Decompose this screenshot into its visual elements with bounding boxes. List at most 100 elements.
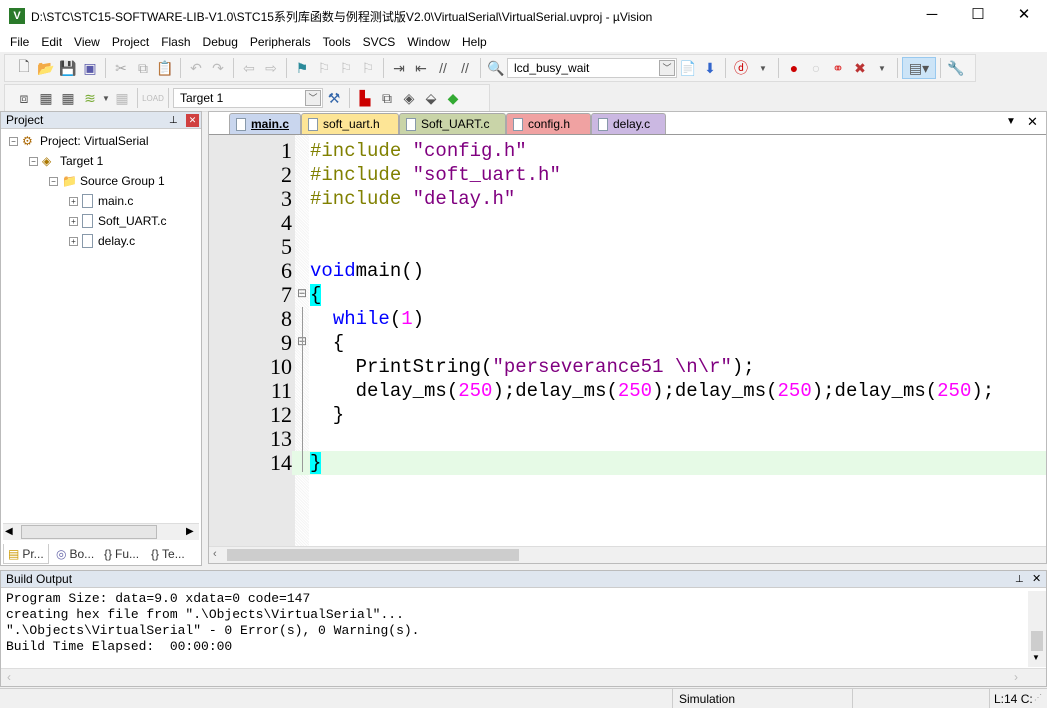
collapse-icon[interactable]: −: [49, 176, 58, 186]
build-output-text[interactable]: Program Size: data=9.0 xdata=0 code=147 c…: [1, 588, 1046, 655]
open-folder-icon[interactable]: 📂: [35, 57, 57, 79]
download-load-icon[interactable]: LOAD: [142, 87, 164, 109]
code-line[interactable]: 6 voidmain(): [209, 259, 1046, 283]
menu-help[interactable]: Help: [456, 35, 493, 49]
code-line[interactable]: 3 #include ″delay.h″: [209, 187, 1046, 211]
tab-books[interactable]: ◎ Bo...: [52, 544, 98, 564]
tab-list-dropdown-icon[interactable]: ▼: [1006, 116, 1016, 127]
code-line[interactable]: 10 PrintString(″perseverance51 \n\r″);: [209, 355, 1046, 379]
build-output-vscrollbar[interactable]: ▼: [1028, 591, 1046, 667]
scroll-left-icon[interactable]: ◀: [5, 526, 13, 537]
batch-build-icon[interactable]: ≋: [79, 87, 101, 109]
save-all-icon[interactable]: ▣: [79, 57, 101, 79]
code-line[interactable]: 11 delay_ms(250);delay_ms(250);delay_ms(…: [209, 379, 1046, 403]
scroll-down-icon[interactable]: ▼: [1032, 653, 1040, 662]
menu-window[interactable]: Window: [401, 35, 456, 49]
code-line[interactable]: 1 #include ″config.h″: [209, 139, 1046, 163]
code-line[interactable]: 12 }: [209, 403, 1046, 427]
find-in-files-icon[interactable]: 🔍: [485, 57, 507, 79]
code-line[interactable]: 5: [209, 235, 1046, 259]
prev-bookmark-icon[interactable]: ⚐: [313, 57, 335, 79]
tree-file-item[interactable]: + delay.c: [69, 232, 135, 250]
dropdown-arrow-icon[interactable]: ▼: [752, 57, 774, 79]
clear-bookmarks-icon[interactable]: ⚐: [357, 57, 379, 79]
enable-breakpoint-icon[interactable]: ○: [805, 57, 827, 79]
comment-icon[interactable]: //: [432, 57, 454, 79]
paste-icon[interactable]: 📋: [154, 57, 176, 79]
menu-tools[interactable]: Tools: [317, 35, 357, 49]
collapse-icon[interactable]: −: [9, 136, 18, 146]
tab-project[interactable]: ▤ Pr...: [3, 544, 49, 564]
run-time-environment-icon[interactable]: ◆: [442, 87, 464, 109]
scrollbar-thumb[interactable]: [1031, 631, 1043, 651]
menu-peripherals[interactable]: Peripherals: [244, 35, 317, 49]
debug-session-icon[interactable]: ⓓ: [730, 57, 752, 79]
scroll-right-icon[interactable]: ›: [1014, 670, 1018, 684]
fold-toggle-icon[interactable]: ⊟: [297, 286, 307, 300]
new-file-icon[interactable]: 🗋: [13, 57, 35, 79]
tab-config-h[interactable]: config.h: [506, 113, 591, 134]
maximize-button[interactable]: ☐: [955, 0, 1001, 32]
code-line[interactable]: 9 {: [209, 331, 1046, 355]
options-for-target-icon[interactable]: ⚒: [323, 87, 345, 109]
translate-icon[interactable]: ⧈: [13, 87, 35, 109]
manage-project-items-icon[interactable]: ⧉: [376, 87, 398, 109]
scroll-left-icon[interactable]: ‹: [7, 670, 11, 684]
expand-icon[interactable]: +: [69, 196, 78, 206]
back-icon[interactable]: ⇦: [238, 57, 260, 79]
menu-file[interactable]: File: [4, 35, 35, 49]
tab-delay-c[interactable]: delay.c: [591, 113, 666, 134]
bookmark-icon[interactable]: ⚑: [291, 57, 313, 79]
scroll-right-icon[interactable]: ▶: [186, 526, 194, 537]
tab-functions[interactable]: {} Fu...: [100, 544, 143, 564]
save-icon[interactable]: 💾: [57, 57, 79, 79]
minimize-button[interactable]: ─: [909, 0, 955, 32]
tab-templates[interactable]: {} Te...: [147, 544, 189, 564]
pin-icon[interactable]: ⊥: [169, 112, 178, 129]
incremental-find-icon[interactable]: ⬇: [699, 57, 721, 79]
code-line[interactable]: 2 #include ″soft_uart.h″: [209, 163, 1046, 187]
unindent-icon[interactable]: ⇤: [410, 57, 432, 79]
menu-project[interactable]: Project: [106, 35, 155, 49]
target-select[interactable]: Target 1 ﹀: [173, 88, 323, 108]
indent-icon[interactable]: ⇥: [388, 57, 410, 79]
redo-icon[interactable]: ↷: [207, 57, 229, 79]
uncomment-icon[interactable]: //: [454, 57, 476, 79]
build-icon[interactable]: ▦: [35, 87, 57, 109]
menu-view[interactable]: View: [68, 35, 106, 49]
pin-icon[interactable]: ⊥: [1015, 571, 1024, 588]
code-line[interactable]: 13: [209, 427, 1046, 451]
tree-node[interactable]: − ◈ Target 1: [29, 152, 103, 170]
next-bookmark-icon[interactable]: ⚐: [335, 57, 357, 79]
menu-debug[interactable]: Debug: [197, 35, 244, 49]
code-line[interactable]: 7{: [209, 283, 1046, 307]
copy-icon[interactable]: ⧉: [132, 57, 154, 79]
scroll-left-icon[interactable]: ‹: [213, 548, 217, 560]
find-combo[interactable]: lcd_busy_wait ﹀: [507, 58, 677, 78]
configure-wrench-icon[interactable]: 🔧: [945, 57, 967, 79]
forward-icon[interactable]: ⇨: [260, 57, 282, 79]
project-hscrollbar[interactable]: ◀ ▶: [3, 523, 199, 540]
code-editor[interactable]: main.c soft_uart.h Soft_UART.c config.h dela…: [208, 111, 1047, 564]
tab-main-c[interactable]: main.c: [229, 113, 301, 134]
close-panel-icon[interactable]: ✕: [1032, 571, 1041, 588]
tree-node[interactable]: − 📁 Source Group 1: [49, 172, 165, 190]
chevron-down-icon[interactable]: ﹀: [659, 60, 675, 76]
code-line[interactable]: 4: [209, 211, 1046, 235]
menu-flash[interactable]: Flash: [155, 35, 196, 49]
dropdown-arrow-icon[interactable]: ▼: [871, 57, 893, 79]
close-document-icon[interactable]: ✕: [1027, 114, 1038, 130]
undo-icon[interactable]: ↶: [185, 57, 207, 79]
expand-icon[interactable]: +: [69, 216, 78, 226]
tree-file-item[interactable]: + main.c: [69, 192, 133, 210]
disable-breakpoints-icon[interactable]: ⚭: [827, 57, 849, 79]
expand-icon[interactable]: +: [69, 236, 78, 246]
code-line[interactable]: 8 while(1): [209, 307, 1046, 331]
code-line[interactable]: 14}: [209, 451, 1046, 475]
rebuild-icon[interactable]: ▦: [57, 87, 79, 109]
select-packs-icon[interactable]: ◈: [398, 87, 420, 109]
tree-file-item[interactable]: + Soft_UART.c: [69, 212, 166, 230]
dropdown-arrow-icon[interactable]: ▼: [101, 87, 111, 109]
tab-soft_uart-c[interactable]: Soft_UART.c: [399, 113, 506, 134]
manage-components-icon[interactable]: ▙: [354, 87, 376, 109]
